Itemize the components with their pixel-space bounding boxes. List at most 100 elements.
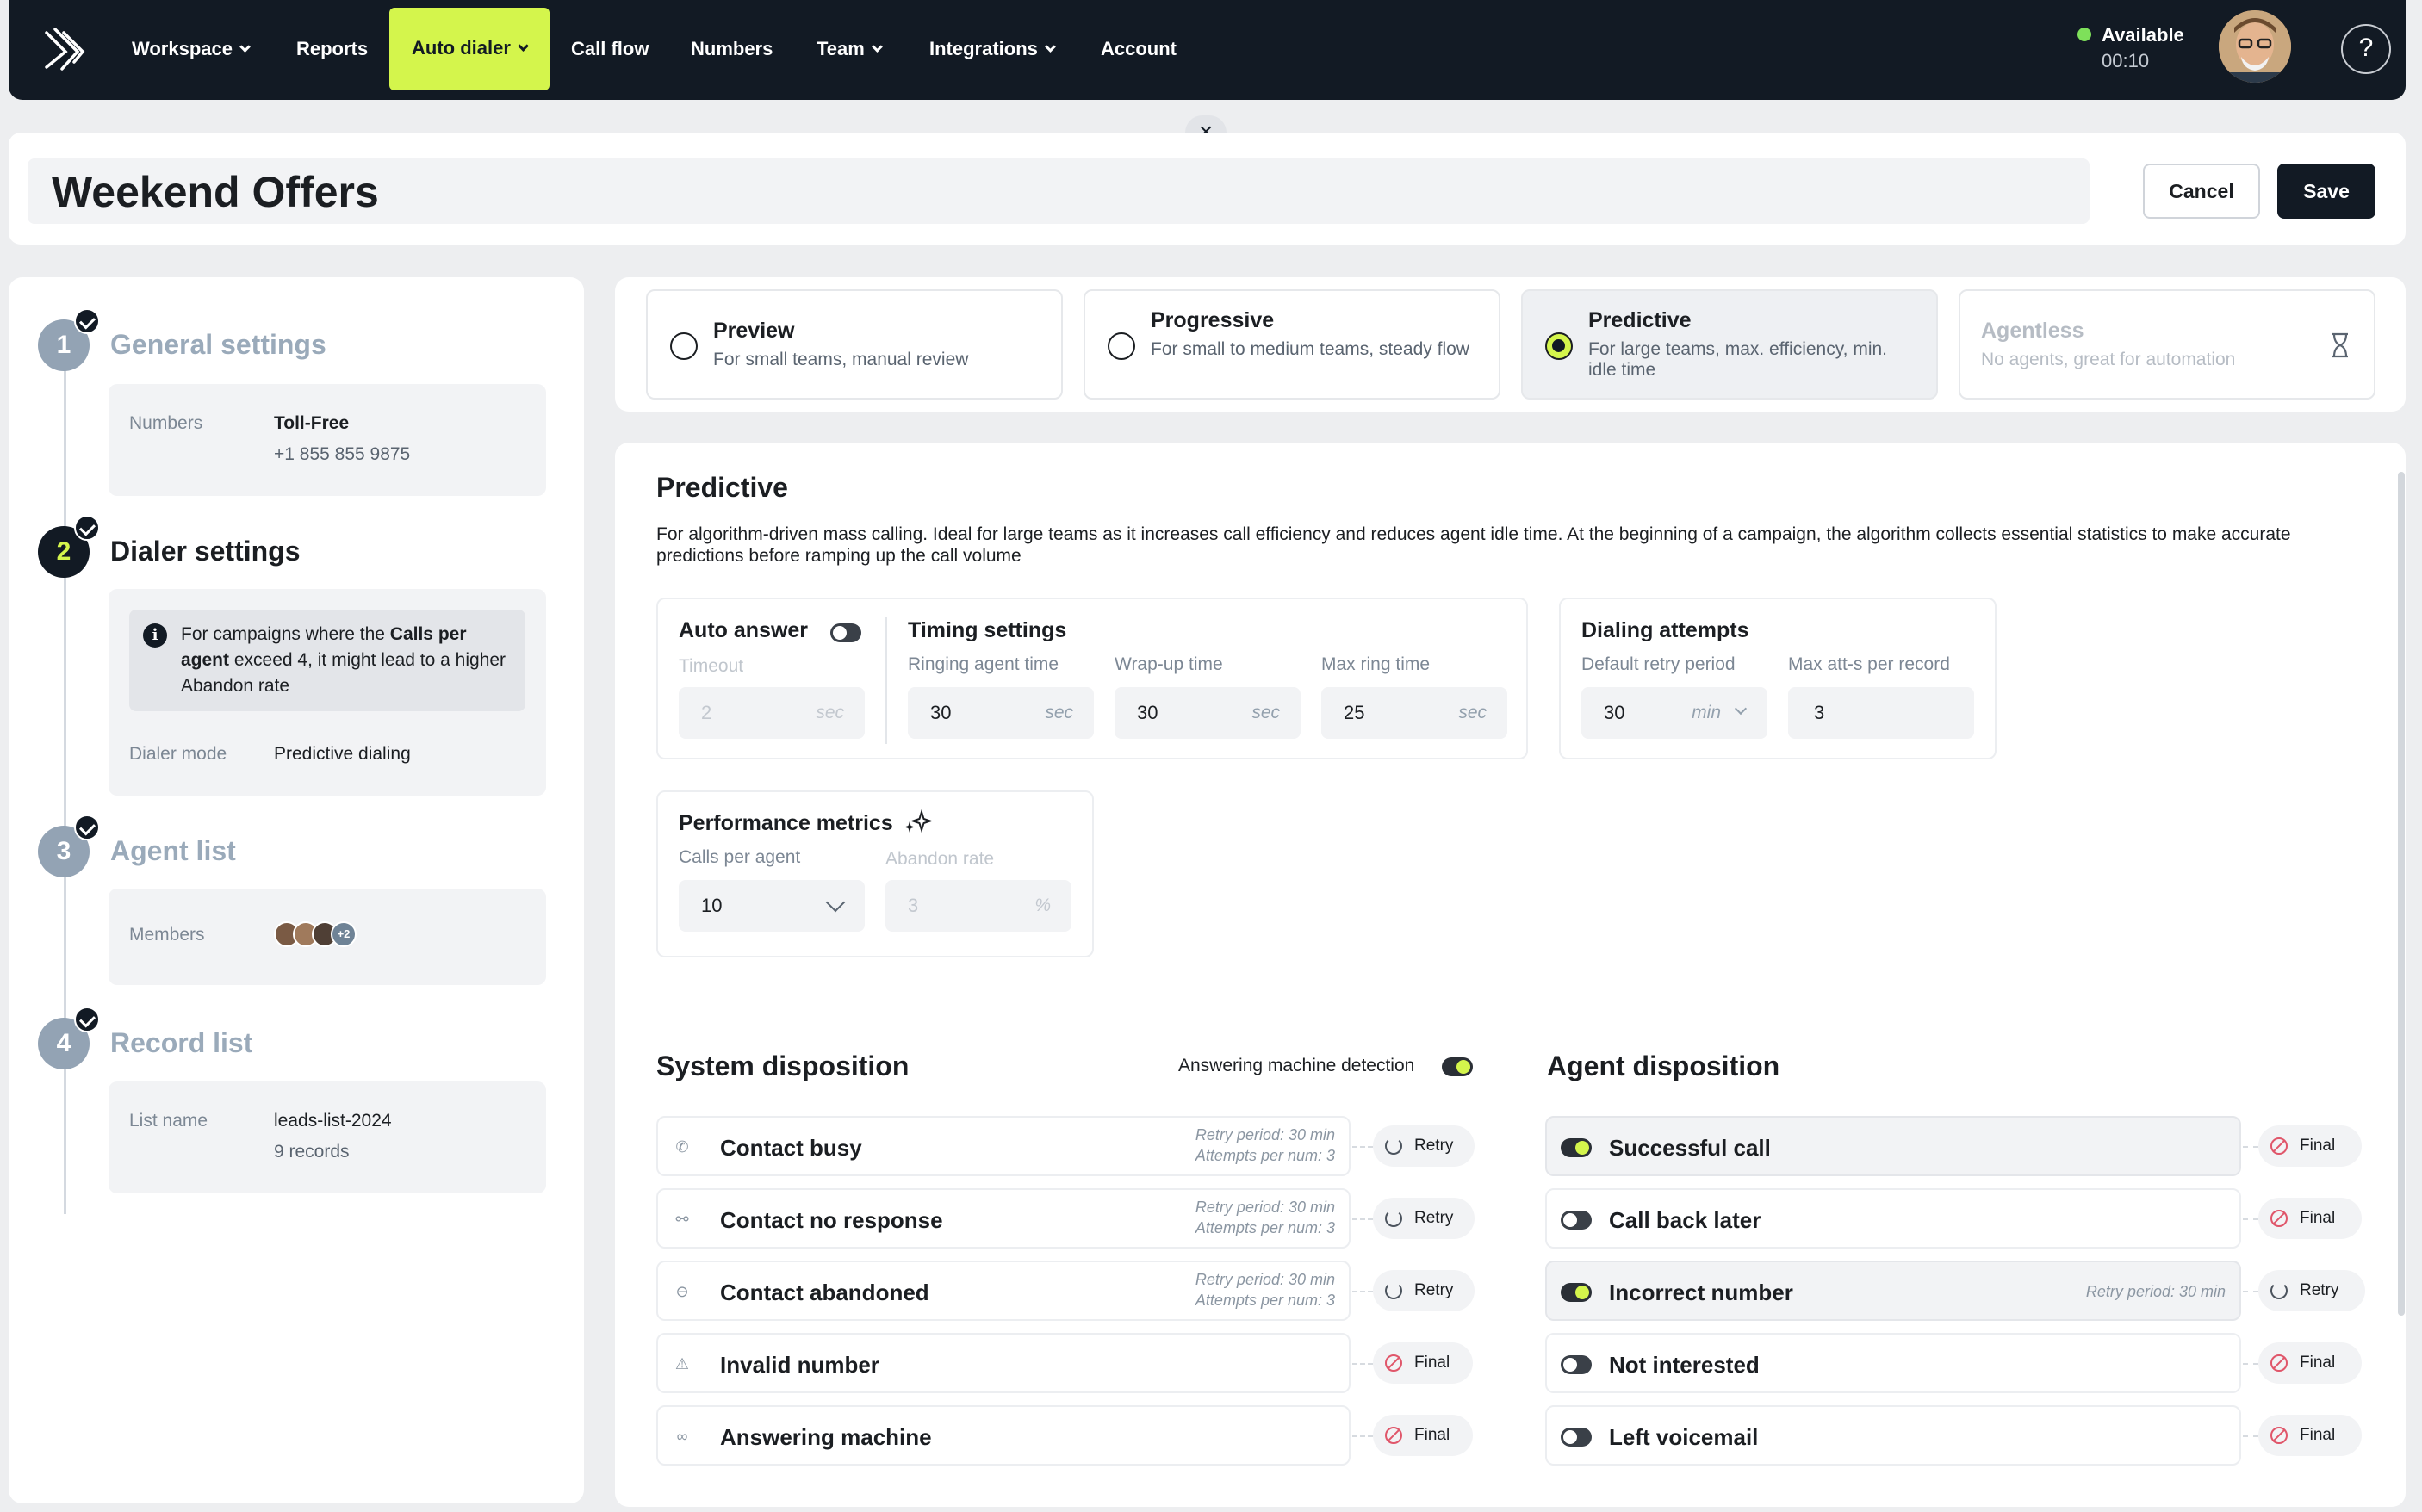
nav-team[interactable]: Team bbox=[817, 0, 883, 100]
nav-integrations[interactable]: Integrations bbox=[929, 0, 1056, 100]
retry-button[interactable]: Retry bbox=[2258, 1270, 2365, 1311]
check-icon bbox=[74, 1007, 100, 1032]
calls-per-agent-select[interactable]: 10 bbox=[679, 880, 865, 932]
final-badge[interactable]: Final bbox=[2258, 1198, 2362, 1239]
max-attempts-label: Max att-s per record bbox=[1788, 654, 1950, 674]
sparkle-icon bbox=[904, 809, 934, 833]
step-title-record-list[interactable]: Record list bbox=[110, 1027, 252, 1059]
final-badge[interactable]: Final bbox=[2258, 1125, 2362, 1167]
retry-button[interactable]: Retry bbox=[1373, 1270, 1475, 1311]
phone-busy-icon: ✆ bbox=[675, 1138, 689, 1156]
avatar[interactable] bbox=[2219, 10, 2291, 83]
max-ring-time-input[interactable]: 25 sec bbox=[1321, 687, 1507, 739]
save-button[interactable]: Save bbox=[2277, 164, 2375, 219]
retry-icon bbox=[2270, 1282, 2288, 1299]
final-badge[interactable]: Final bbox=[2258, 1415, 2362, 1456]
ringing-agent-time-label: Ringing agent time bbox=[908, 654, 1059, 674]
radio-preview[interactable] bbox=[670, 332, 698, 360]
agent-disposition-row[interactable]: Left voicemail bbox=[1545, 1405, 2241, 1466]
agent-disposition-row[interactable]: Incorrect number Retry period: 30 min bbox=[1545, 1261, 2241, 1321]
retry-period-select[interactable]: 30 min bbox=[1581, 687, 1767, 739]
step-title-general-settings[interactable]: General settings bbox=[110, 329, 326, 361]
performance-panel: Performance metrics Calls per agent 10 A… bbox=[656, 790, 1094, 957]
scrollbar[interactable] bbox=[2398, 472, 2405, 1316]
abandon-rate-input: 3% bbox=[885, 880, 1071, 932]
final-badge[interactable]: Final bbox=[2258, 1342, 2362, 1384]
abandon-rate-label: Abandon rate bbox=[885, 849, 995, 869]
system-disposition-row[interactable]: ⚯ Contact no response Retry period: 30 min… bbox=[656, 1188, 1351, 1249]
step-summary-records: List name leads-list-2024 9 records bbox=[109, 1081, 546, 1193]
system-disposition-row[interactable]: ✆ Contact busy Retry period: 30 min Attempt… bbox=[656, 1116, 1351, 1176]
agent-disposition-row[interactable]: Not interested bbox=[1545, 1333, 2241, 1393]
chevron-down-icon bbox=[518, 40, 529, 52]
invalid-number-icon: ⚠ bbox=[674, 1355, 690, 1373]
check-icon bbox=[74, 515, 100, 541]
system-disposition-row[interactable]: ⚠ Invalid number bbox=[656, 1333, 1351, 1393]
nav-call-flow[interactable]: Call flow bbox=[571, 0, 649, 100]
wrap-up-time-input[interactable]: 30 sec bbox=[1115, 687, 1301, 739]
disposition-toggle[interactable] bbox=[1561, 1211, 1592, 1230]
connector-line bbox=[1352, 1218, 1373, 1220]
dialing-attempts-label: Dialing attempts bbox=[1581, 618, 1749, 642]
nav-numbers[interactable]: Numbers bbox=[691, 0, 773, 100]
step-title-agent-list[interactable]: Agent list bbox=[110, 835, 236, 867]
disposition-name: Contact no response bbox=[720, 1207, 943, 1233]
mode-settings-panel: Predictive For algorithm-driven mass cal… bbox=[615, 443, 2406, 1507]
step-title-dialer-settings[interactable]: Dialer settings bbox=[110, 536, 301, 567]
auto-answer-toggle[interactable] bbox=[830, 623, 861, 642]
disposition-name: Incorrect number bbox=[1609, 1280, 1793, 1305]
final-icon bbox=[1385, 1354, 1402, 1372]
section-description: For algorithm-driven mass calling. Ideal… bbox=[656, 524, 2291, 566]
list-name-label: List name bbox=[129, 1111, 208, 1131]
retry-button[interactable]: Retry bbox=[1373, 1125, 1475, 1167]
nav-auto-dialer[interactable]: Auto dialer bbox=[389, 8, 550, 90]
radio-progressive[interactable] bbox=[1108, 332, 1135, 360]
numbers-label: Numbers bbox=[129, 413, 203, 433]
connector-line bbox=[2243, 1218, 2258, 1220]
abandoned-icon: ⊖ bbox=[675, 1283, 689, 1300]
mode-title: Agentless bbox=[1981, 319, 2084, 343]
disposition-meta: Retry period: 30 min bbox=[2085, 1283, 2226, 1300]
cancel-button[interactable]: Cancel bbox=[2143, 164, 2260, 219]
help-icon[interactable]: ? bbox=[2341, 24, 2391, 74]
info-callout: i For campaigns where the Calls per agen… bbox=[129, 610, 525, 711]
radio-predictive[interactable] bbox=[1545, 332, 1573, 360]
calls-per-agent-label: Calls per agent bbox=[679, 847, 801, 867]
status-label[interactable]: Available bbox=[2102, 24, 2184, 46]
disposition-toggle[interactable] bbox=[1561, 1283, 1592, 1302]
timing-settings-label: Timing settings bbox=[908, 618, 1067, 642]
nav-account[interactable]: Account bbox=[1101, 0, 1177, 100]
mode-title: Predictive bbox=[1588, 308, 1692, 332]
disposition-toggle[interactable] bbox=[1561, 1428, 1592, 1447]
wrap-up-time-label: Wrap-up time bbox=[1115, 654, 1223, 674]
logo-icon[interactable] bbox=[40, 24, 93, 74]
mode-description: For small teams, manual review bbox=[713, 350, 969, 369]
nav-reports[interactable]: Reports bbox=[296, 0, 368, 100]
chevron-down-icon bbox=[239, 41, 251, 53]
chevron-down-icon bbox=[1045, 41, 1056, 53]
system-disposition-row[interactable]: ∞ Answering machine bbox=[656, 1405, 1351, 1466]
divider bbox=[885, 617, 887, 744]
mode-card-predictive[interactable]: Predictive For large teams, max. efficie… bbox=[1521, 289, 1938, 400]
agent-disposition-row[interactable]: Successful call bbox=[1545, 1116, 2241, 1176]
max-attempts-input[interactable]: 3 bbox=[1788, 687, 1974, 739]
campaign-name-field[interactable]: Weekend Offers bbox=[28, 158, 2090, 224]
auto-answer-label: Auto answer bbox=[679, 618, 809, 642]
agent-disposition-row[interactable]: Call back later bbox=[1545, 1188, 2241, 1249]
retry-button[interactable]: Retry bbox=[1373, 1198, 1475, 1239]
amd-toggle[interactable] bbox=[1442, 1057, 1473, 1076]
disposition-toggle[interactable] bbox=[1561, 1355, 1592, 1374]
ringing-agent-time-input[interactable]: 30 sec bbox=[908, 687, 1094, 739]
info-text: For campaigns where the Calls per agent … bbox=[181, 624, 506, 696]
disposition-name: Answering machine bbox=[720, 1424, 932, 1450]
final-badge[interactable]: Final bbox=[1373, 1342, 1473, 1384]
dialer-mode-value: Predictive dialing bbox=[274, 744, 411, 764]
mode-card-preview[interactable]: Preview For small teams, manual review bbox=[646, 289, 1063, 400]
chevron-down-icon bbox=[871, 41, 883, 53]
nav-workspace[interactable]: Workspace bbox=[132, 0, 251, 100]
mode-title: Preview bbox=[713, 319, 795, 343]
final-badge[interactable]: Final bbox=[1373, 1415, 1473, 1456]
disposition-toggle[interactable] bbox=[1561, 1138, 1592, 1157]
system-disposition-row[interactable]: ⊖ Contact abandoned Retry period: 30 min At… bbox=[656, 1261, 1351, 1321]
mode-card-progressive[interactable]: Progressive For small to medium teams, s… bbox=[1084, 289, 1500, 400]
